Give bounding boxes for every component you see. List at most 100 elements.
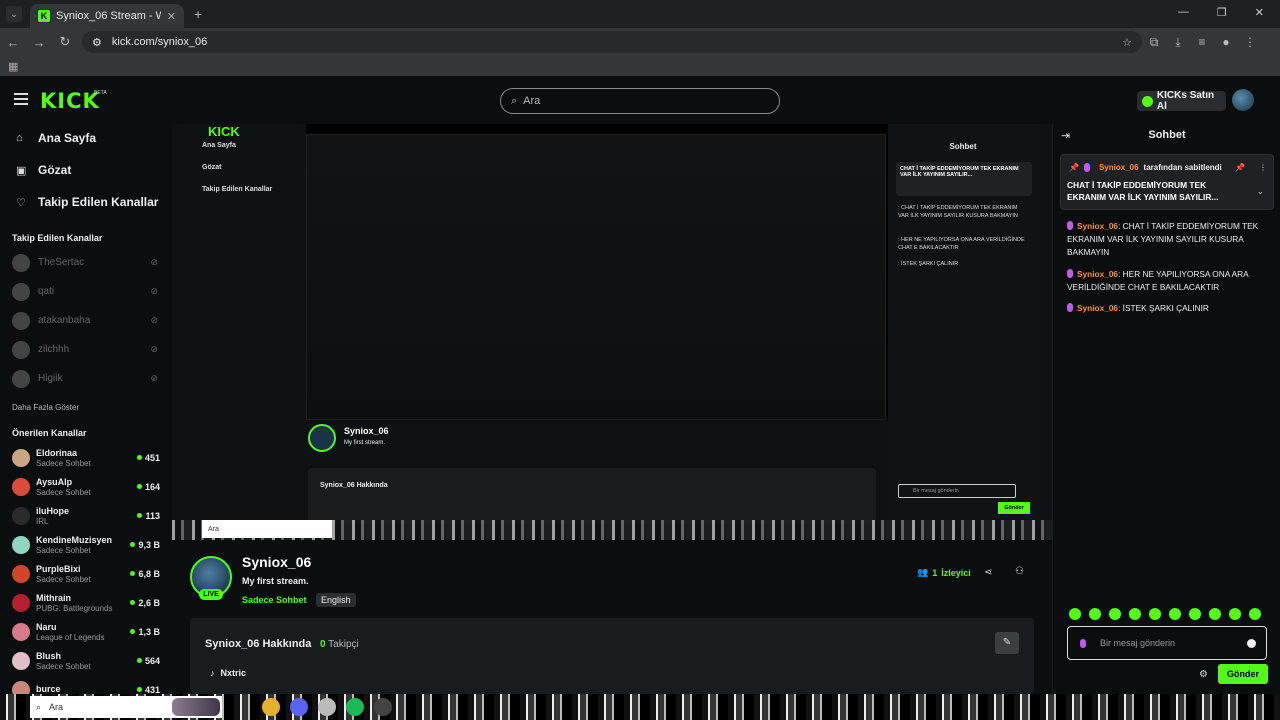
chrome-icon[interactable] xyxy=(262,698,280,716)
viewer-count-number: 564 xyxy=(144,655,160,666)
taskbar-search[interactable]: ⌕ Ara xyxy=(30,696,222,718)
kick-logo[interactable]: KICK xyxy=(40,89,100,113)
followed-channel[interactable]: TheSertac ⊘ xyxy=(0,248,172,277)
show-more-link[interactable]: Daha Fazla Göster xyxy=(0,397,172,419)
video-player[interactable]: KICK Ana Sayfa Gözat Takip Edilen Kanall… xyxy=(172,124,1052,540)
language-tag[interactable]: English xyxy=(316,593,356,607)
player-inner-msg: : HER NE YAPILIYORSA ONA ARA VERİLDİĞİND… xyxy=(898,237,1025,251)
menu-icon[interactable]: ⋮ xyxy=(1238,35,1262,49)
taskbar-search-highlight xyxy=(172,698,220,716)
recommended-channel[interactable]: Naru League of Legends 1,3 B xyxy=(0,617,172,646)
recommended-channel[interactable]: AysuAlp Sadece Sohbet 164 xyxy=(0,472,172,501)
sidebar-item-home[interactable]: ⌂ Ana Sayfa xyxy=(0,122,172,154)
channel-avatar xyxy=(12,253,30,272)
profile-icon[interactable]: ● xyxy=(1214,35,1238,49)
bookmarks-bar: ▦ xyxy=(0,56,1280,76)
user-avatar[interactable] xyxy=(1232,89,1254,111)
followed-channel[interactable]: Higiik ⊘ xyxy=(0,364,172,393)
search-input[interactable]: ⌕ Ara xyxy=(500,88,780,114)
spotify-icon[interactable] xyxy=(346,698,364,716)
chat-message[interactable]: Syniox_06: HER NE YAPILIYORSA ONA ARA VE… xyxy=(1067,268,1275,294)
forward-icon[interactable]: → xyxy=(26,35,52,50)
back-icon[interactable]: ← xyxy=(0,35,26,50)
obs-icon[interactable] xyxy=(374,698,392,716)
channel-info: Mithrain PUBG: Battlegrounds xyxy=(36,593,124,613)
search-placeholder: Ara xyxy=(523,95,541,107)
chat-message[interactable]: Syniox_06: İSTEK ŞARKI ÇALINIR xyxy=(1067,302,1275,315)
social-link-tiktok[interactable]: ♪ Nxtric xyxy=(210,668,246,678)
close-window-icon[interactable]: ✕ xyxy=(1255,6,1264,19)
live-dot-icon xyxy=(130,629,136,634)
taskbar-apps xyxy=(262,698,392,716)
viewer-count-number: 431 xyxy=(144,684,160,695)
emote-icon[interactable] xyxy=(1209,608,1221,620)
streamer-name[interactable]: Syniox_06 xyxy=(242,554,311,570)
download-icon[interactable]: ⤓ xyxy=(1166,35,1190,50)
emote-icon[interactable] xyxy=(1189,608,1201,620)
emote-icon[interactable] xyxy=(1229,608,1241,620)
chat-username[interactable]: Syniox_06 xyxy=(1077,221,1118,231)
live-dot-icon xyxy=(130,600,136,605)
pinned-more-icon[interactable]: ⋮ xyxy=(1259,163,1267,172)
sidebar-item-following[interactable]: ♡ Takip Edilen Kanallar xyxy=(0,186,172,218)
apps-icon[interactable]: ▦ xyxy=(8,60,18,73)
tab-close-icon[interactable]: ✕ xyxy=(167,10,176,23)
new-tab-icon[interactable]: + xyxy=(194,6,202,22)
recommended-channel[interactable]: KendineMuzisyen Sadece Sohbet 9,3 B xyxy=(0,530,172,559)
chat-message[interactable]: Syniox_06: CHAT İ TAKİP EDDEMİYORUM TEK … xyxy=(1067,220,1275,259)
emote-icon[interactable] xyxy=(1089,608,1101,620)
emote-icon[interactable] xyxy=(1169,608,1181,620)
chevron-down-icon[interactable]: ⌄ xyxy=(1257,187,1264,196)
buy-kicks-button[interactable]: KICKs Satın Al xyxy=(1137,90,1226,112)
edit-button[interactable]: ✎ xyxy=(995,632,1019,654)
recommended-channel[interactable]: PurpleBixi Sadece Sohbet 6,8 B xyxy=(0,559,172,588)
channel-avatar xyxy=(12,651,30,670)
followed-channel[interactable]: qati ⊘ xyxy=(0,277,172,306)
unpin-icon[interactable]: 📌 xyxy=(1235,163,1245,172)
recommended-channel[interactable]: iluHope IRL 113 xyxy=(0,501,172,530)
stream-info: LIVE Syniox_06 My first stream. Sadece S… xyxy=(172,540,1052,694)
stream-category[interactable]: Sadece Sohbet xyxy=(242,595,307,605)
follow-user-icon[interactable]: ⚇ xyxy=(1015,566,1024,577)
live-dot-icon xyxy=(130,542,136,547)
reload-icon[interactable]: ↻ xyxy=(52,34,78,50)
mic-badge-icon xyxy=(1067,221,1073,230)
emote-icon[interactable] xyxy=(1129,608,1141,620)
site-info-icon[interactable]: ⚙ xyxy=(92,36,102,49)
live-dot-icon xyxy=(137,513,143,518)
chat-username[interactable]: Syniox_06 xyxy=(1077,303,1118,313)
url-bar[interactable]: ⚙ kick.com/syniox_06 ☆ xyxy=(82,31,1142,53)
chat-input[interactable]: Bir mesaj gönderin xyxy=(1067,626,1267,660)
media-icon[interactable]: ≡ xyxy=(1190,35,1214,49)
player-inner-chat-input: Bir mesaj gönderin xyxy=(898,484,1016,498)
tab-search-icon[interactable]: ⌄ xyxy=(6,6,22,22)
pinned-message[interactable]: 📌 Syniox_06 tarafından sabitlendi 📌 ⋮ CH… xyxy=(1060,154,1274,210)
mic-badge-icon xyxy=(1067,303,1073,312)
recommended-channel[interactable]: Mithrain PUBG: Battlegrounds 2,6 B xyxy=(0,588,172,617)
recommended-channel[interactable]: Eldorinaa Sadece Sohbet 451 xyxy=(0,443,172,472)
emoji-icon[interactable] xyxy=(1247,638,1256,648)
restore-icon[interactable]: ❐ xyxy=(1217,6,1227,19)
heart-icon: ♡ xyxy=(16,196,26,209)
discord-icon[interactable] xyxy=(290,698,308,716)
share-icon[interactable]: ⋖ xyxy=(984,567,992,578)
followed-channel[interactable]: atakanbaha ⊘ xyxy=(0,306,172,335)
channel-name: Higiik xyxy=(38,373,63,384)
chat-settings-icon[interactable]: ⚙ xyxy=(1199,669,1208,680)
emote-icon[interactable] xyxy=(1249,608,1261,620)
browser-tab[interactable]: K Syniox_06 Stream - Watch Live ✕ xyxy=(30,4,184,28)
channel-avatar xyxy=(12,506,30,525)
minimize-icon[interactable]: — xyxy=(1178,6,1189,19)
recommended-channel[interactable]: Blush Sadece Sohbet 564 xyxy=(0,646,172,675)
bookmark-star-icon[interactable]: ☆ xyxy=(1122,36,1132,49)
extensions-icon[interactable]: ⧉ xyxy=(1142,35,1166,50)
emote-icon[interactable] xyxy=(1109,608,1121,620)
menu-hamburger-icon[interactable] xyxy=(14,93,28,105)
emote-icon[interactable] xyxy=(1149,608,1161,620)
emote-icon[interactable] xyxy=(1069,608,1081,620)
chat-username[interactable]: Syniox_06 xyxy=(1077,269,1118,279)
followed-channel[interactable]: zilchhh ⊘ xyxy=(0,335,172,364)
send-button[interactable]: Gönder xyxy=(1218,664,1268,684)
sidebar-item-browse[interactable]: ▣ Gözat xyxy=(0,154,172,186)
app-icon[interactable] xyxy=(318,698,336,716)
